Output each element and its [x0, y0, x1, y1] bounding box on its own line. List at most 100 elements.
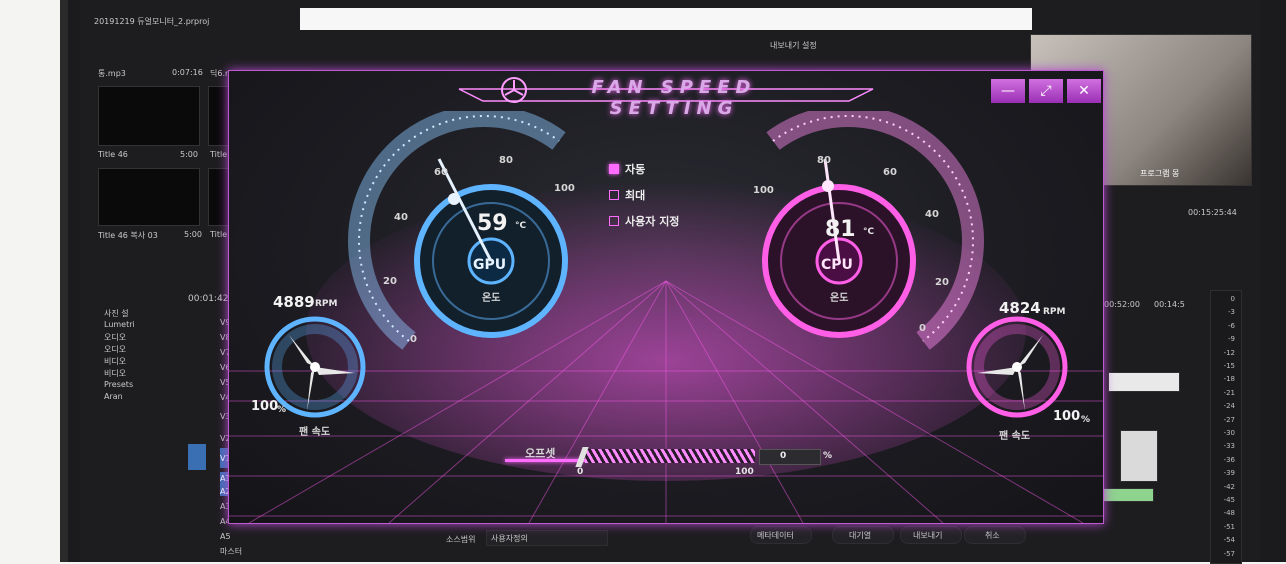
export-button-label: 내보내기 — [913, 531, 943, 540]
meter-scale-label: -36 — [1223, 455, 1235, 464]
offset-slider-track[interactable] — [585, 449, 755, 463]
gpu-scale-label: 60 — [434, 167, 448, 178]
meter-scale-label: -27 — [1223, 415, 1235, 424]
cpu-rpm-value: 4824 — [999, 299, 1041, 317]
media-thumbnail[interactable] — [208, 86, 230, 146]
meter-scale-label: -15 — [1223, 362, 1235, 370]
gpu-fan-percent-unit: % — [277, 405, 287, 415]
mode-custom-checkbox[interactable] — [609, 216, 619, 226]
media-name: Title 46 복사 03 — [98, 231, 158, 240]
gpu-temperature-label: 온도 — [482, 293, 501, 304]
gpu-fan-speed-label: 팬 속도 — [299, 427, 331, 438]
minimize-button[interactable]: — — [991, 79, 1025, 103]
media-thumbnail[interactable] — [98, 86, 200, 146]
fan-logo-icon — [501, 77, 527, 103]
folder-item[interactable]: 오디오 — [104, 344, 126, 355]
offset-value: 0 — [780, 451, 787, 461]
cpu-temperature-unit: °C — [863, 227, 875, 237]
meter-scale-label: -30 — [1223, 429, 1235, 437]
cpu-temperature-label: 온도 — [830, 293, 849, 304]
cpu-fan-speed-label: 팬 속도 — [999, 431, 1031, 442]
folder-item[interactable]: 사진 설 — [104, 308, 129, 319]
audio-meter: 0 -3 -6 -9 -12 -15 -18 -21 -24 -27 -30 -33 -36 -39 -42… — [1210, 290, 1242, 564]
meter-scale-label: -48 — [1223, 509, 1235, 518]
offset-value-input[interactable]: 0 — [759, 449, 821, 465]
media-duration: 5:00 — [180, 150, 198, 159]
cpu-scale-label: 20 — [935, 277, 949, 288]
preview-caption: 프로그램 몽 — [1140, 169, 1180, 178]
fan-speed-window: FAN SPEED SETTING — ⤢ ✕ 0 20 40 60 80 10… — [228, 70, 1104, 524]
cpu-label: CPU — [821, 257, 853, 273]
cpu-gauge — [762, 111, 984, 350]
project-title: 20191219 듀얼모니터_2.prproj — [94, 17, 210, 26]
mode-custom-option[interactable]: 사용자 지정 — [609, 213, 679, 229]
cpu-rpm-unit: RPM — [1043, 307, 1066, 317]
metadata-button[interactable]: 메타데이터 — [750, 526, 812, 544]
gpu-rpm-unit: RPM — [315, 299, 338, 309]
folder-item[interactable]: 비디오 — [104, 368, 126, 379]
folder-item[interactable]: 오디오 — [104, 332, 126, 343]
meter-scale-label: -18 — [1223, 375, 1235, 384]
master-track-label: 마스터 — [220, 547, 243, 556]
queue-button-label: 대기열 — [849, 531, 872, 540]
offset-track-left — [505, 459, 585, 462]
export-button[interactable]: 내보내기 — [900, 526, 962, 544]
mode-auto-option[interactable]: 자동 — [609, 161, 645, 177]
media-name: 통.mp3 — [98, 69, 126, 78]
media-duration: 5:00 — [184, 230, 202, 239]
close-icon: ✕ — [1078, 83, 1090, 99]
folder-item[interactable]: Aran — [104, 392, 123, 401]
mode-auto-checkbox[interactable] — [609, 164, 619, 174]
mode-max-checkbox[interactable] — [609, 190, 619, 200]
folder-item[interactable]: 비디오 — [104, 356, 126, 367]
source-range-select[interactable]: 사용자정의 — [486, 530, 608, 546]
mode-max-label: 최대 — [625, 189, 646, 202]
gpu-scale-label: 40 — [394, 212, 408, 223]
meter-scale-label: -54 — [1223, 536, 1235, 545]
cpu-scale-label: 0 — [919, 323, 926, 334]
media-thumbnail[interactable] — [208, 168, 230, 226]
meter-scale-label: -51 — [1223, 522, 1235, 531]
meter-scale-label: 0 — [1230, 295, 1235, 303]
meter-scale-label: -33 — [1223, 442, 1235, 451]
timeline-clip[interactable] — [1120, 430, 1158, 482]
cpu-scale-label: 80 — [817, 155, 831, 166]
mode-auto-label: 자동 — [625, 163, 646, 176]
meter-scale-label: -12 — [1223, 348, 1235, 357]
metadata-button-label: 메타데이터 — [757, 531, 794, 540]
gpu-temperature-unit: °C — [515, 221, 527, 231]
meter-scale-label: -9 — [1228, 335, 1235, 344]
source-range-value: 사용자정의 — [491, 534, 528, 543]
search-bar[interactable] — [300, 8, 1032, 30]
meter-scale-label: -3 — [1228, 308, 1235, 317]
track-label: A5 — [220, 532, 231, 541]
mode-max-option[interactable]: 최대 — [609, 187, 645, 203]
cpu-scale-label: 60 — [883, 167, 897, 178]
close-button[interactable]: ✕ — [1067, 79, 1101, 103]
cancel-button[interactable]: 취소 — [964, 526, 1026, 544]
gpu-rpm-value: 4889 — [273, 293, 315, 311]
media-thumbnail[interactable] — [98, 168, 200, 226]
meter-scale-label: -6 — [1228, 321, 1235, 330]
folder-item[interactable]: Lumetri — [104, 320, 135, 329]
track-target-v1[interactable] — [188, 444, 206, 470]
cpu-fan-percent-unit: % — [1081, 415, 1091, 425]
meter-scale-label: -45 — [1223, 496, 1235, 504]
audio-clip[interactable] — [1102, 488, 1154, 502]
folder-item[interactable]: Presets — [104, 380, 133, 389]
meter-scale-label: -42 — [1223, 482, 1235, 491]
source-range-label: 소스범위 — [446, 535, 476, 544]
gpu-scale-label: 0 — [410, 334, 417, 345]
timeline-clip[interactable] — [1108, 372, 1180, 392]
cancel-button-label: 취소 — [985, 531, 1000, 540]
maximize-button[interactable]: ⤢ — [1029, 79, 1063, 103]
gpu-scale-label: 20 — [383, 276, 397, 287]
timeline-timecode: 00:01:42: — [188, 294, 232, 304]
cpu-scale-label: 100 — [753, 185, 774, 196]
meter-scale-label: -21 — [1223, 388, 1235, 397]
gpu-gauge — [348, 111, 568, 350]
gpu-scale-label: 100 — [554, 183, 575, 194]
meter-scale-label: -39 — [1223, 469, 1235, 478]
offset-unit: % — [823, 451, 833, 461]
queue-button[interactable]: 대기열 — [832, 526, 894, 544]
